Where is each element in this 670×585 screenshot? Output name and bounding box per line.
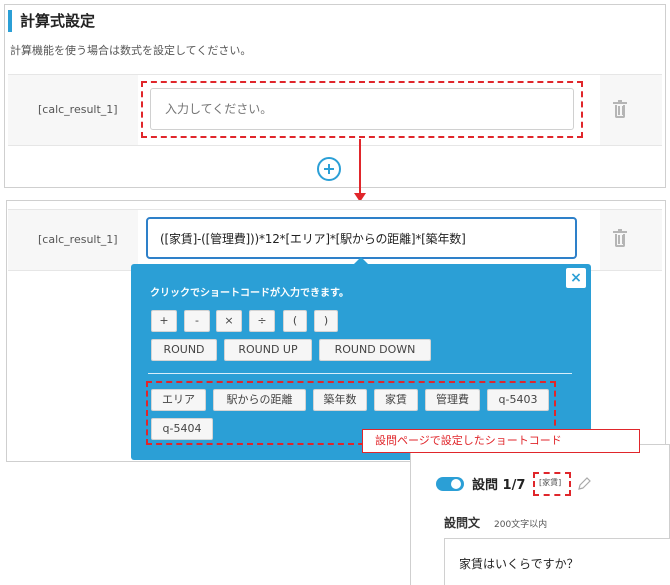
callout-label: 設問ページで設定したショートコード [362, 429, 640, 453]
shortcode-area-button[interactable]: エリア [151, 389, 206, 411]
function-round-up-button[interactable]: ROUND UP [224, 339, 312, 361]
shortcode-management-fee-button[interactable]: 管理費 [425, 389, 480, 411]
operator-multiply-button[interactable]: × [216, 310, 242, 332]
operator-open-paren-button[interactable]: ( [283, 310, 307, 332]
formula-input-filled[interactable]: ([家賃]-([管理費]))*12*[エリア]*[駅からの距離]*[築年数] [146, 217, 577, 259]
trash-icon[interactable] [613, 100, 627, 118]
popover-title: クリックでショートコードが入力できます。 [150, 288, 349, 299]
question-text-label: 設問文 [444, 516, 481, 530]
popover-divider [148, 373, 572, 374]
trash-icon[interactable] [613, 229, 627, 247]
operator-close-paren-button[interactable]: ) [314, 310, 338, 332]
close-icon[interactable]: × [566, 268, 586, 288]
formula-row-label: [calc_result_1] [38, 233, 118, 246]
question-text-input[interactable]: 家賃はいくらですか？ [444, 538, 670, 585]
operator-divide-button[interactable]: ÷ [249, 310, 275, 332]
question-text-hint: 200文字以内 [494, 520, 548, 530]
shortcode-station-distance-button[interactable]: 駅からの距離 [213, 389, 306, 411]
question-shortcode-tag: [家賃] [539, 478, 562, 487]
shortcode-rent-button[interactable]: 家賃 [374, 389, 418, 411]
formula-row-label: [calc_result_1] [38, 103, 118, 116]
formula-input-empty[interactable] [150, 88, 574, 130]
toggle-icon[interactable] [436, 477, 464, 491]
operator-minus-button[interactable]: - [184, 310, 210, 332]
title-accent-bar [8, 10, 12, 32]
operator-plus-button[interactable]: + [151, 310, 177, 332]
shortcode-building-age-button[interactable]: 築年数 [313, 389, 367, 411]
page-title: 計算式設定 [20, 12, 96, 30]
question-number: 設問 1/7 [472, 478, 526, 493]
plus-circle-icon[interactable] [317, 157, 341, 181]
page-subtitle: 計算機能を使う場合は数式を設定してください。 [10, 44, 252, 57]
function-round-button[interactable]: ROUND [151, 339, 217, 361]
arrow-connector [359, 139, 361, 195]
shortcode-q5403-button[interactable]: q-5403 [487, 389, 549, 411]
shortcode-q5404-button[interactable]: q-5404 [151, 418, 213, 440]
pencil-icon[interactable] [576, 476, 592, 492]
function-round-down-button[interactable]: ROUND DOWN [319, 339, 431, 361]
